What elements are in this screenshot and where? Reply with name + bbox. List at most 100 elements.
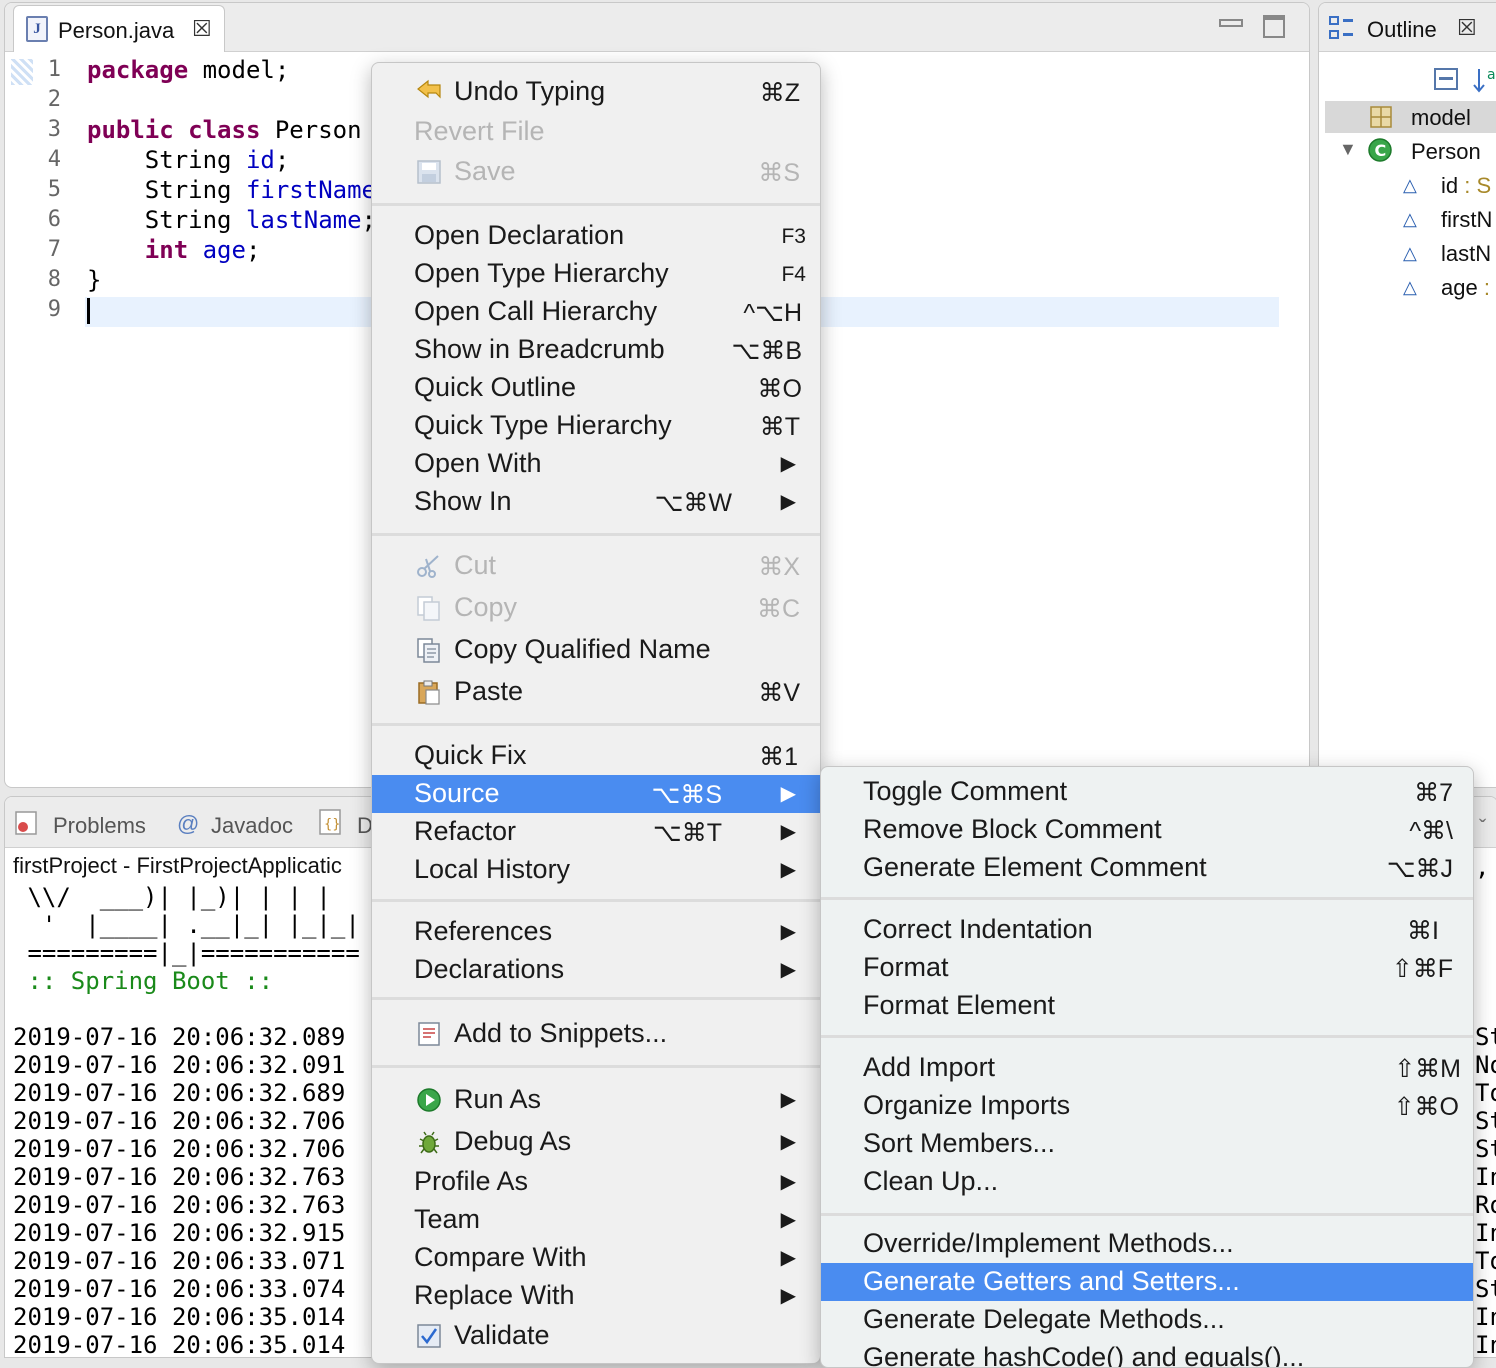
submenu-arrow-icon: ▶ bbox=[780, 821, 796, 843]
tab-javadoc[interactable]: Javadoc bbox=[211, 813, 293, 839]
menu-item-organize-imports[interactable]: Organize Imports ⇧⌘O bbox=[821, 1087, 1473, 1125]
menu-item-generate-element-comment[interactable]: Generate Element Comment ⌥⌘J bbox=[821, 849, 1473, 887]
console-output[interactable]: \\/ ___)| |_)| | | | ' |____| .__|_| |_|… bbox=[13, 883, 360, 1357]
paste-icon bbox=[418, 680, 440, 705]
menu-item-source[interactable]: Source ⌥⌘S ▶ bbox=[372, 775, 820, 813]
menu-item-quick-fix[interactable]: Quick Fix ⌘1 bbox=[372, 737, 820, 775]
field-icon: △ bbox=[1403, 175, 1417, 195]
field-icon: △ bbox=[1403, 209, 1417, 229]
menu-item-paste[interactable]: Paste ⌘V bbox=[372, 673, 820, 711]
code-line: String lastName; bbox=[87, 205, 376, 235]
menu-item-revert-file[interactable]: Revert File bbox=[372, 113, 820, 151]
keyword: public class bbox=[87, 116, 261, 144]
editor-tab-person-java[interactable]: J Person.java ☒ bbox=[13, 5, 225, 52]
close-icon[interactable]: ☒ bbox=[1457, 15, 1477, 41]
submenu-arrow-icon: ▶ bbox=[780, 491, 796, 513]
menu-item-format[interactable]: Format ⇧⌘F bbox=[821, 949, 1473, 987]
menu-item-cut[interactable]: Cut ⌘X bbox=[372, 547, 820, 585]
menu-item-references[interactable]: References ▶ bbox=[372, 913, 820, 951]
menu-item-toggle-comment[interactable]: Toggle Comment ⌘7 bbox=[821, 773, 1473, 811]
menu-item-open-type-hierarchy[interactable]: Open Type Hierarchy F4 bbox=[372, 255, 820, 293]
field-name: lastName bbox=[245, 206, 362, 234]
menu-item-clean-up[interactable]: Clean Up... bbox=[821, 1163, 1473, 1201]
menu-item-quick-outline[interactable]: Quick Outline ⌘O bbox=[372, 369, 820, 407]
menu-item-undo[interactable]: Undo Typing ⌘Z bbox=[372, 73, 820, 111]
outline-field-item[interactable]: △ firstN bbox=[1403, 205, 1496, 237]
line-number: 3 bbox=[47, 117, 61, 142]
menu-item-local-history[interactable]: Local History ▶ bbox=[372, 851, 820, 889]
menu-separator bbox=[372, 203, 820, 206]
field-name: id bbox=[245, 146, 275, 174]
outline-panel: Outline ☒ a model ▼ C Person △ id : S △ … bbox=[1318, 2, 1496, 788]
outline-field-item[interactable]: △ id : S bbox=[1403, 171, 1496, 203]
menu-item-declarations[interactable]: Declarations ▶ bbox=[372, 951, 820, 989]
console-line: 2019-07-16 20:06:32.089 bbox=[13, 1023, 346, 1051]
menu-item-open-declaration[interactable]: Open Declaration F3 bbox=[372, 217, 820, 255]
class-icon: C bbox=[1368, 138, 1392, 162]
line-number: 8 bbox=[47, 267, 61, 292]
keyword: package bbox=[87, 56, 189, 84]
menu-item-show-in[interactable]: Show In ⌥⌘W ▶ bbox=[372, 483, 820, 521]
sort-icon[interactable]: a bbox=[1471, 65, 1496, 95]
menu-item-sort-members[interactable]: Sort Members... bbox=[821, 1125, 1473, 1163]
code-text: model; bbox=[188, 56, 290, 84]
outline-tab-label[interactable]: Outline bbox=[1367, 17, 1437, 43]
menu-item-override-implement[interactable]: Override/Implement Methods... bbox=[821, 1225, 1473, 1263]
copy-icon bbox=[417, 596, 440, 621]
menu-item-debug-as[interactable]: Debug As ▶ bbox=[372, 1123, 820, 1161]
code-line: String firstName bbox=[87, 175, 376, 205]
minimize-icon[interactable] bbox=[1219, 19, 1243, 27]
console-line: 2019-07-16 20:06:33.071 bbox=[13, 1247, 346, 1275]
menu-item-format-element[interactable]: Format Element bbox=[821, 987, 1473, 1025]
close-icon[interactable]: ☒ bbox=[192, 16, 212, 42]
menu-separator bbox=[372, 997, 820, 1000]
menu-item-generate-delegate-methods[interactable]: Generate Delegate Methods... bbox=[821, 1301, 1473, 1339]
submenu-arrow-icon: ▶ bbox=[780, 1131, 796, 1153]
menu-separator bbox=[372, 533, 820, 536]
outline-field-item[interactable]: △ lastN bbox=[1403, 239, 1496, 271]
menu-item-replace-with[interactable]: Replace With ▶ bbox=[372, 1277, 820, 1315]
menu-item-refactor[interactable]: Refactor ⌥⌘T ▶ bbox=[372, 813, 820, 851]
outline-item-package[interactable]: model bbox=[1325, 101, 1496, 133]
outline-item-class[interactable]: ▼ C Person bbox=[1325, 135, 1496, 167]
maximize-icon[interactable] bbox=[1263, 15, 1285, 38]
menu-item-quick-type-hierarchy[interactable]: Quick Type Hierarchy ⌘T bbox=[372, 407, 820, 445]
chevron-down-icon[interactable]: ▼ bbox=[1339, 139, 1357, 160]
menu-separator bbox=[821, 1213, 1473, 1216]
code-line: public class Person bbox=[87, 115, 376, 145]
submenu-arrow-icon: ▶ bbox=[780, 1209, 796, 1231]
menu-item-validate[interactable]: Validate bbox=[372, 1317, 820, 1355]
outline-class-label: Person bbox=[1411, 139, 1481, 164]
keyword: int bbox=[87, 236, 189, 264]
menu-item-show-in-breadcrumb[interactable]: Show in Breadcrumb ⌥⌘B bbox=[372, 331, 820, 369]
code-text: } bbox=[87, 266, 102, 294]
menu-item-run-as[interactable]: Run As ▶ bbox=[372, 1081, 820, 1119]
outline-field-item[interactable]: △ age : bbox=[1403, 273, 1496, 305]
menu-separator bbox=[372, 1065, 820, 1068]
menu-item-copy[interactable]: Copy ⌘C bbox=[372, 589, 820, 627]
code-area[interactable]: package model; public class Person Strin… bbox=[87, 55, 376, 325]
declaration-icon: {} bbox=[319, 809, 341, 835]
tab-problems[interactable]: Problems bbox=[53, 813, 146, 839]
menu-item-open-call-hierarchy[interactable]: Open Call Hierarchy ^⌥H bbox=[372, 293, 820, 331]
menu-item-save[interactable]: Save ⌘S bbox=[372, 153, 820, 191]
line-number: 1 bbox=[47, 57, 61, 82]
console-line: =========|_|=========== bbox=[13, 939, 360, 967]
bug-icon bbox=[419, 1131, 439, 1154]
menu-item-compare-with[interactable]: Compare With ▶ bbox=[372, 1239, 820, 1277]
collapse-all-icon[interactable] bbox=[1433, 65, 1463, 93]
menu-item-open-with[interactable]: Open With ▶ bbox=[372, 445, 820, 483]
console-line: \\/ ___)| |_)| | | | bbox=[13, 883, 331, 911]
submenu-arrow-icon: ▶ bbox=[780, 1285, 796, 1307]
menu-item-copy-qualified-name[interactable]: Copy Qualified Name bbox=[372, 631, 820, 669]
menu-item-add-import[interactable]: Add Import ⇧⌘M bbox=[821, 1049, 1473, 1087]
menu-item-remove-block-comment[interactable]: Remove Block Comment ^⌘\ bbox=[821, 811, 1473, 849]
outline-icon bbox=[1329, 16, 1353, 39]
menu-item-team[interactable]: Team ▶ bbox=[372, 1201, 820, 1239]
menu-item-profile-as[interactable]: Profile As ▶ bbox=[372, 1163, 820, 1201]
menu-item-add-to-snippets[interactable]: Add to Snippets... bbox=[372, 1015, 820, 1053]
menu-item-generate-getters-setters[interactable]: Generate Getters and Setters... bbox=[821, 1263, 1473, 1301]
line-number: 5 bbox=[47, 177, 61, 202]
menu-item-correct-indentation[interactable]: Correct Indentation ⌘I bbox=[821, 911, 1473, 949]
